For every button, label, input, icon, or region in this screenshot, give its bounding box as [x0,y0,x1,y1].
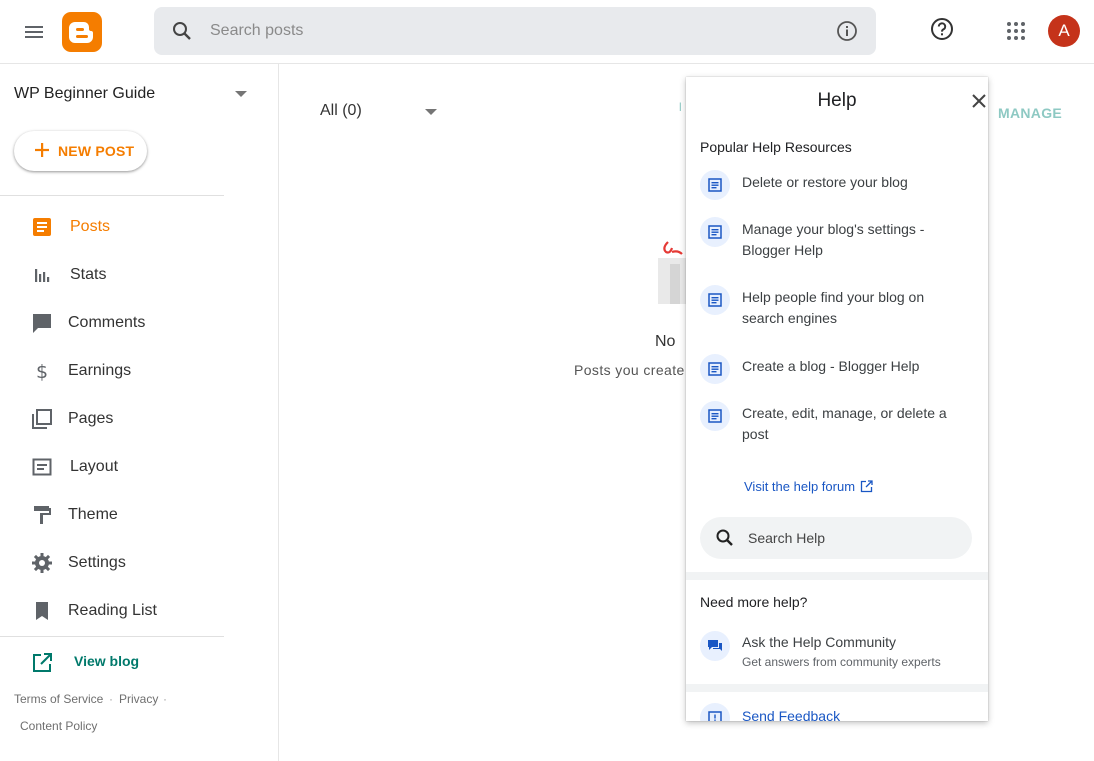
post-filter-dropdown[interactable]: All (0) [320,102,362,120]
help-resource-label: Help people find your blog on search eng… [742,289,925,326]
svg-text:$: $ [36,361,48,383]
blog-selector-title[interactable]: WP Beginner Guide [14,85,155,103]
sidebar-item-stats[interactable]: Stats [0,253,224,297]
menu-icon[interactable] [22,20,46,44]
popular-resources-heading: Popular Help Resources [700,139,852,155]
sidebar-item-label: Reading List [68,602,157,619]
gear-icon [30,551,54,575]
new-post-button[interactable]: NEW POST [14,131,147,171]
new-post-label: NEW POST [58,143,135,159]
obscured-label-fragment: l [679,100,682,114]
sidebar-item-settings[interactable]: Settings [0,541,224,585]
empty-state-subtitle: Posts you create [574,362,685,378]
send-feedback-item[interactable]: Send Feedback [700,703,978,721]
pages-icon [30,407,54,431]
sidebar: WP Beginner Guide NEW POST Posts Stats C… [0,64,279,761]
footer-separator: · [109,692,113,706]
section-divider [686,572,988,580]
layout-icon [30,455,54,479]
stats-icon [30,263,54,287]
blog-selector-caret-icon[interactable] [235,91,247,97]
help-resource-item[interactable]: Create a blog - Blogger Help [700,354,978,384]
help-resource-label: Create a blog - Blogger Help [742,358,920,374]
help-panel-title: Help [817,90,857,111]
chevron-down-icon[interactable] [425,109,437,115]
empty-state-title: No [655,333,676,350]
blogger-logo-icon[interactable] [62,12,102,52]
plus-icon [33,141,51,159]
help-panel: Help Popular Help Resources Delete or re… [686,77,988,721]
privacy-link[interactable]: Privacy [119,692,158,706]
posts-icon [30,215,54,239]
search-icon[interactable] [170,19,194,43]
content-policy-link[interactable]: Content Policy [20,719,97,733]
article-icon [700,401,730,431]
sidebar-item-posts[interactable]: Posts [0,205,224,249]
sidebar-item-layout[interactable]: Layout [0,445,224,489]
view-blog-link[interactable]: View blog [0,642,224,682]
account-avatar[interactable]: A [1048,15,1080,47]
need-more-help-heading: Need more help? [700,594,808,610]
sidebar-item-pages[interactable]: Pages [0,397,224,441]
sidebar-item-reading-list[interactable]: Reading List [0,589,224,633]
ask-help-community-item[interactable]: Ask the Help Community Get answers from … [700,631,978,671]
sidebar-item-earnings[interactable]: $ Earnings [0,349,224,393]
article-icon [700,217,730,247]
feedback-icon [700,703,730,721]
open-in-new-icon [30,651,54,675]
footer-separator: · [163,692,167,706]
top-app-bar: A [0,0,1094,64]
send-feedback-label: Send Feedback [742,708,841,721]
open-in-new-icon[interactable] [860,480,873,493]
community-title: Ask the Help Community [742,634,897,650]
article-icon [700,170,730,200]
sidebar-item-label: Layout [70,458,119,475]
manage-button[interactable]: MANAGE [998,105,1062,121]
help-resource-label: Create, edit, manage, or delete a post [742,405,947,442]
empty-posts-illustration-icon [656,238,686,306]
search-icon[interactable] [714,527,736,549]
sidebar-item-label: Stats [70,266,107,283]
sidebar-item-label: Comments [68,314,146,331]
help-icon[interactable] [929,16,955,42]
section-divider [686,684,988,692]
sidebar-item-label: Pages [68,410,114,427]
help-forum-link[interactable]: Visit the help forum [744,479,855,494]
help-search-input[interactable] [748,517,958,559]
sidebar-item-comments[interactable]: Comments [0,301,224,345]
view-blog-label: View blog [74,653,140,669]
help-resource-label: Delete or restore your blog [742,174,908,190]
bookmark-icon [30,599,54,623]
community-subtitle: Get answers from community experts [742,655,941,669]
sidebar-item-label: Theme [68,506,118,523]
forum-icon [700,631,730,661]
sidebar-item-label: Posts [70,218,111,235]
apps-grid-icon[interactable] [1004,19,1028,43]
help-resource-item[interactable]: Create, edit, manage, or delete a post [700,401,978,445]
help-resource-label: Manage your blog's settings - Blogger He… [742,221,925,258]
sidebar-divider [0,636,224,637]
close-icon[interactable] [969,91,988,111]
help-search-bar [700,517,972,559]
search-input[interactable] [210,7,810,55]
paint-roller-icon [30,503,54,527]
info-icon[interactable] [835,19,859,43]
help-resource-item[interactable]: Delete or restore your blog [700,170,978,200]
help-resource-item[interactable]: Help people find your blog on search eng… [700,285,978,329]
sidebar-item-label: Earnings [68,362,132,379]
help-resource-item[interactable]: Manage your blog's settings - Blogger He… [700,217,978,261]
search-bar [154,7,876,55]
article-icon [700,354,730,384]
sidebar-divider [0,195,224,196]
article-icon [700,285,730,315]
comments-icon [30,311,54,335]
dollar-icon: $ [30,359,54,383]
sidebar-item-label: Settings [68,554,126,571]
sidebar-item-theme[interactable]: Theme [0,493,224,537]
terms-of-service-link[interactable]: Terms of Service [14,692,103,706]
